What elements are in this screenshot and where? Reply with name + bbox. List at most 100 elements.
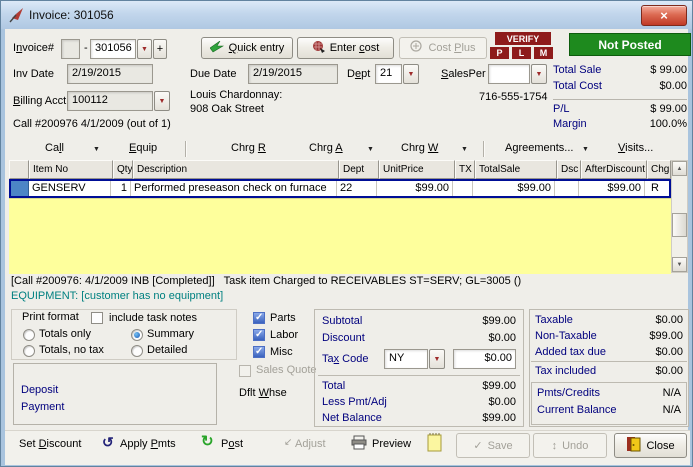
enter-cost-button[interactable]: Enter cost [297,37,394,59]
close-button[interactable]: Close [614,433,687,458]
inv-date-field[interactable]: 2/19/2015 [67,64,153,84]
scrollbar-down-button[interactable]: ▼ [672,257,687,272]
tax-code-field[interactable]: NY [384,349,428,369]
post-button[interactable]: Post [221,438,243,450]
tax-amount-field[interactable]: $0.00 [453,349,516,369]
taxable-value: $0.00 [655,314,683,326]
labor-label[interactable]: Labor [270,329,298,341]
close-door-icon [626,436,641,455]
tax-code-label: Tax Code [322,353,369,365]
close-icon: × [660,8,668,23]
save-button[interactable]: ✓ Save [456,433,530,458]
invoice-number-dropdown[interactable]: ▼ [137,39,152,59]
grid-header-description[interactable]: Description [133,160,339,179]
quick-entry-label: Quick entry [228,42,285,54]
grid-header-tx[interactable]: TX [455,160,475,179]
grid-row-genserv[interactable]: GENSERV 1 Performed preseason check on f… [9,179,671,198]
verify-flag-m[interactable]: M [534,47,553,59]
menu-agreements-arrow-icon[interactable]: ▼ [582,146,589,153]
totals-only-label[interactable]: Totals only [39,328,91,340]
preview-button[interactable]: Preview [372,438,411,450]
title-bar[interactable]: Invoice: 301056 × [1,1,692,29]
scrollbar-up-button[interactable]: ▲ [672,161,687,176]
apply-pmts-button[interactable]: Apply Pmts [120,438,176,450]
tax-panel-divider [531,361,687,362]
customer-name: Louis Chardonnay: [190,89,283,101]
scrollbar-thumb[interactable] [672,213,687,237]
adjust-button[interactable]: Adjust [295,438,326,450]
menu-agreements[interactable]: Agreements... [505,142,573,154]
totals-only-radio[interactable] [23,329,35,341]
subtotal-label: Subtotal [322,315,363,327]
menu-chrg-a[interactable]: Chrg A [309,142,343,154]
parts-label[interactable]: Parts [270,312,296,324]
cost-plus-icon [410,40,423,56]
include-task-notes-label[interactable]: include task notes [107,312,200,324]
task-highlight-area [9,198,671,274]
new-invoice-button[interactable]: + [153,39,167,59]
dept-field[interactable]: 21 [375,64,402,84]
menu-visits[interactable]: Visits... [618,142,653,154]
grid-header-dsc[interactable]: Dsc [557,160,581,179]
payment-label: Payment [21,401,65,413]
tax-code-dropdown[interactable]: ▼ [429,349,445,369]
invoice-dash: - [84,42,88,54]
parts-checkbox[interactable] [253,312,265,324]
print-format-label: Print format [19,311,82,323]
menu-chrg-w-arrow-icon[interactable]: ▼ [461,146,468,153]
grid-header-unitprice[interactable]: UnitPrice [379,160,455,179]
enter-cost-icon [312,40,325,56]
misc-label[interactable]: Misc [270,346,293,358]
invoice-prefix-field[interactable] [61,39,80,59]
labor-checkbox[interactable] [253,329,265,341]
include-task-notes-checkbox[interactable] [91,312,103,324]
summary-radio[interactable] [131,329,143,341]
discount-value: $0.00 [488,332,516,344]
misc-checkbox[interactable] [253,346,265,358]
grid-header-totalsale[interactable]: TotalSale [475,160,557,179]
grid-header-qty[interactable]: Qty [113,160,133,179]
undo-button[interactable]: ↕ Undo [533,433,607,458]
notes-notepad-icon[interactable] [427,432,443,455]
totals-no-tax-label[interactable]: Totals, no tax [39,344,104,356]
menu-call-arrow-icon[interactable]: ▼ [93,146,100,153]
dept-dropdown[interactable]: ▼ [403,64,419,84]
margin-value: 100.0% [649,118,687,130]
close-window-button[interactable]: × [641,5,687,26]
preview-printer-icon [351,435,368,453]
total-sale-label: Total Sale [553,64,602,76]
menu-equip[interactable]: Equip [129,142,157,154]
less-pmt-value: $0.00 [488,396,516,408]
due-date-field[interactable]: 2/19/2015 [248,64,338,84]
detailed-label[interactable]: Detailed [147,344,187,356]
menu-chrg-a-arrow-icon[interactable]: ▼ [367,146,374,153]
verify-flag-l[interactable]: L [512,47,531,59]
grid-header-itemno[interactable]: Item No [29,160,113,179]
billing-acct-field[interactable]: 100112 [67,91,153,111]
taxable-label: Taxable [535,314,573,326]
cost-plus-button[interactable]: Cost Plus [399,37,487,59]
totals-no-tax-radio[interactable] [23,345,35,357]
billing-acct-dropdown[interactable]: ▼ [154,91,170,111]
undo-label: Undo [562,439,589,452]
verify-flag-p[interactable]: P [490,47,509,59]
detailed-radio[interactable] [131,345,143,357]
salesper-dropdown[interactable]: ▼ [531,64,547,84]
totals-divider [553,99,687,100]
grid-header-row: Item No Qty Description Dept UnitPrice T… [9,160,671,179]
net-balance-label: Net Balance [322,412,382,424]
set-discount-button[interactable]: Set Discount [19,438,81,450]
summary-label[interactable]: Summary [147,328,194,340]
menu-chrg-r[interactable]: Chrg R [231,142,266,154]
enter-cost-label: Enter cost [329,42,380,54]
grid-header-chg[interactable]: Chg [647,160,671,179]
call-reference: Call #200976 4/1/2009 (out of 1) [13,118,171,130]
salesper-field[interactable] [488,64,530,84]
quick-entry-button[interactable]: Quick entry [201,37,293,59]
grid-header-dept[interactable]: Dept [339,160,379,179]
menu-chrg-w[interactable]: Chrg W [401,142,438,154]
invoice-number-field[interactable]: 301056 [90,39,136,59]
sales-quote-checkbox[interactable] [239,365,251,377]
menu-call[interactable]: Call [45,142,64,154]
grid-header-afterdiscount[interactable]: AfterDiscount [581,160,647,179]
